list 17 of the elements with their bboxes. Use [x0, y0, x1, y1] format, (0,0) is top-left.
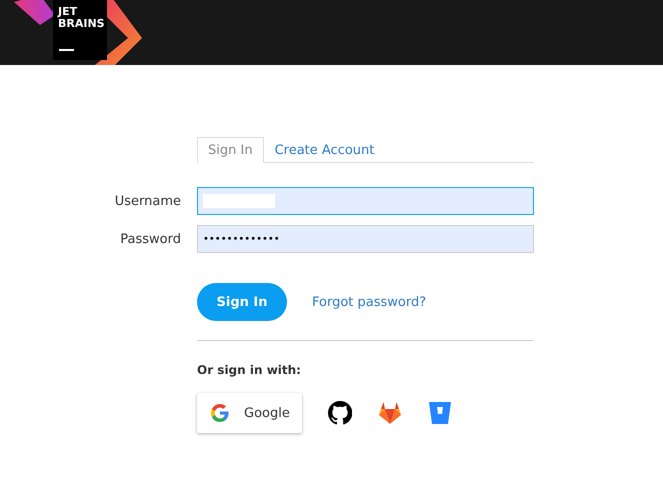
tab[interactable]: Sign In: [197, 137, 264, 163]
logo-text: BRAINS: [58, 18, 105, 30]
logo[interactable]: JET BRAINS: [53, 0, 107, 60]
logo-text: JET: [58, 6, 78, 18]
username-field[interactable]: [197, 187, 534, 215]
tab[interactable]: Create Account: [264, 137, 386, 163]
github-icon[interactable]: [328, 401, 352, 425]
social-heading: Or sign in with:: [197, 363, 301, 377]
field-label: Username: [114, 194, 182, 208]
google-sign-in-button[interactable]: Google: [197, 393, 302, 433]
sign-in-button[interactable]: Sign In: [197, 283, 287, 321]
password-field[interactable]: •••••••••••••: [197, 225, 534, 253]
forgot-password-link[interactable]: Forgot password?: [312, 294, 426, 310]
fox-icon[interactable]: [378, 402, 402, 424]
bucket-icon[interactable]: [428, 402, 452, 424]
field-label: Password: [119, 232, 182, 246]
google-icon: [211, 404, 229, 422]
